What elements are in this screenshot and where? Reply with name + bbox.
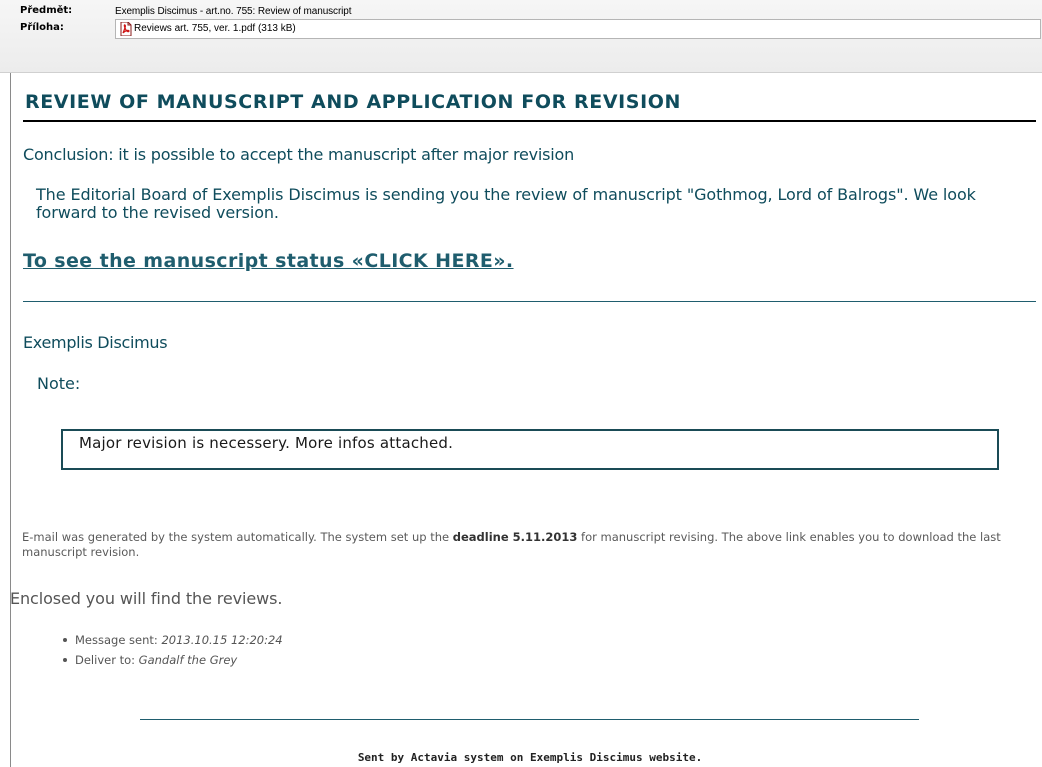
message-meta-list: Message sent: 2013.10.15 12:20:24 Delive… [62, 630, 283, 670]
section-divider [23, 301, 1036, 302]
attachment-field[interactable]: Reviews art. 755, ver. 1.pdf (313 kB) [115, 19, 1041, 39]
window-left-border [10, 73, 11, 767]
enclosed-text: Enclosed you will find the reviews. [10, 589, 283, 608]
title-divider [23, 120, 1036, 122]
deliver-to-label: Deliver to: [75, 653, 139, 667]
email-header: Předmět: Exemplis Discimus - art.no. 755… [0, 0, 1042, 72]
note-box: Major revision is necessery. More infos … [61, 429, 999, 470]
manuscript-status-link[interactable]: To see the manuscript status «CLICK HERE… [23, 250, 514, 272]
message-sent-label: Message sent: [75, 633, 162, 647]
deadline-text: deadline 5.11.2013 [452, 530, 578, 544]
deliver-to-value: Gandalf the Grey [138, 653, 238, 667]
list-item: Message sent: 2013.10.15 12:20:24 [62, 630, 283, 650]
subject-value: Exemplis Discimus - art.no. 755: Review … [115, 6, 352, 17]
intro-paragraph: The Editorial Board of Exemplis Discimus… [36, 185, 976, 222]
footer-text: Sent by Actavia system on Exemplis Disci… [357, 751, 703, 764]
subject-label: Předmět: [20, 5, 73, 16]
conclusion-text: Conclusion: it is possible to accept the… [23, 145, 575, 164]
attachment-label: Příloha: [20, 22, 64, 33]
note-label: Note: [37, 374, 81, 393]
system-message-part1: E-mail was generated by the system autom… [22, 530, 453, 544]
journal-name: Exemplis Discimus [23, 333, 168, 352]
note-text: Major revision is necessery. More infos … [79, 434, 454, 452]
footer-divider [140, 719, 919, 720]
message-sent-value: 2013.10.15 12:20:24 [161, 633, 283, 647]
attachment-link[interactable]: Reviews art. 755, ver. 1.pdf (313 kB) [134, 23, 296, 34]
header-divider [0, 72, 1042, 73]
page-title: REVIEW OF MANUSCRIPT AND APPLICATION FOR… [25, 91, 682, 113]
system-message: E-mail was generated by the system autom… [22, 530, 1038, 560]
pdf-file-icon [120, 22, 132, 36]
list-item: Deliver to: Gandalf the Grey [62, 650, 283, 670]
window-edge [0, 73, 10, 767]
